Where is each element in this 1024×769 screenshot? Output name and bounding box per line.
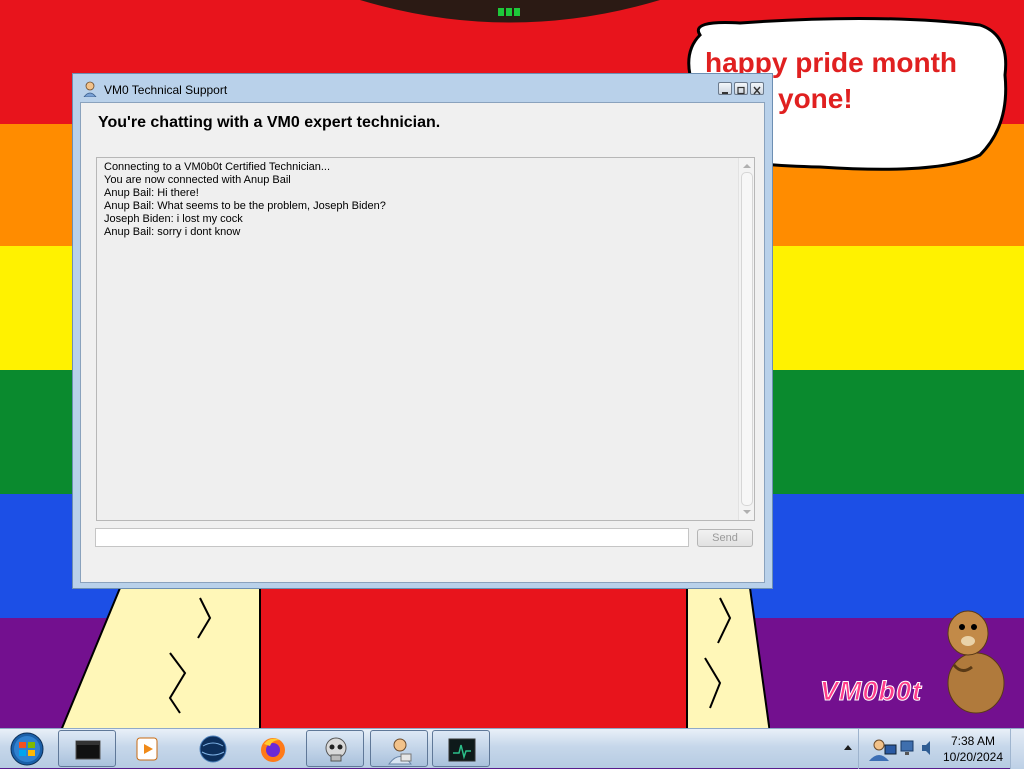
taskbar: 7:38 AM 10/20/2024	[0, 728, 1024, 769]
chat-line: Joseph Biden: i lost my cock	[104, 213, 243, 225]
volume-icon[interactable]	[919, 737, 935, 759]
monitor-app-icon	[448, 738, 476, 762]
maximize-button[interactable]	[734, 82, 748, 95]
caption-buttons	[718, 82, 764, 95]
taskbar-item-firefox[interactable]	[244, 730, 302, 767]
chat-line: Anup Bail: What seems to be the problem,…	[104, 200, 386, 212]
chat-line: Connecting to a VM0b0t Certified Technic…	[104, 161, 331, 173]
taskbar-item-skull-app[interactable]	[306, 730, 364, 767]
taskbar-clock[interactable]: 7:38 AM 10/20/2024	[940, 733, 1006, 765]
window-titlebar[interactable]: VM0 Technical Support	[73, 74, 772, 102]
taskbar-item-monitor-app[interactable]	[432, 730, 490, 767]
system-tray	[844, 729, 940, 769]
tray-app-icon[interactable]	[865, 737, 897, 761]
minimize-icon	[722, 92, 728, 94]
send-button[interactable]: Send	[697, 529, 753, 547]
start-button[interactable]	[5, 732, 49, 766]
technician-app-icon	[83, 81, 97, 97]
scroll-thumb[interactable]	[741, 172, 753, 506]
media-player-icon	[136, 737, 158, 761]
scroll-down-icon[interactable]	[743, 510, 751, 514]
taskbar-item-tech-support[interactable]	[370, 730, 428, 767]
window-client-area: You're chatting with a VM0 expert techni…	[80, 102, 765, 583]
terminal-icon	[75, 740, 101, 760]
close-icon	[753, 86, 761, 95]
clock-time: 7:38 AM	[950, 734, 996, 748]
tech-support-window: VM0 Technical Support You're chatting wi…	[72, 73, 773, 589]
groundhog-mascot-icon	[947, 610, 1005, 714]
chat-scrollbar[interactable]	[738, 158, 754, 520]
maximize-icon	[737, 86, 745, 95]
scroll-up-icon[interactable]	[743, 164, 751, 168]
minimize-button[interactable]	[718, 82, 732, 95]
chat-line: Anup Bail: sorry i dont know	[104, 226, 241, 238]
chat-header: You're chatting with a VM0 expert techni…	[98, 114, 441, 131]
show-desktop-button[interactable]	[1010, 729, 1024, 769]
message-input[interactable]	[95, 528, 689, 547]
show-hidden-icons-icon[interactable]	[844, 745, 852, 750]
chat-lines: Connecting to a VM0b0t Certified Technic…	[104, 161, 386, 239]
taskbar-item-media-player[interactable]	[118, 730, 176, 767]
clock-date: 10/20/2024	[942, 750, 1004, 764]
cartoon-figure	[60, 588, 770, 733]
chat-log[interactable]: Connecting to a VM0b0t Certified Technic…	[96, 157, 755, 521]
taskbar-item-globe[interactable]	[184, 730, 242, 767]
skull-app-icon	[325, 737, 347, 762]
globe-icon	[199, 735, 227, 763]
window-title: VM0 Technical Support	[104, 83, 228, 97]
brand-logo-text: VM0b0t	[819, 676, 923, 707]
chat-line: Anup Bail: Hi there!	[104, 187, 199, 199]
chat-line: You are now connected with Anup Bail	[104, 174, 291, 186]
close-button[interactable]	[750, 82, 764, 95]
taskbar-item-terminal[interactable]	[58, 730, 116, 767]
top-dark-shape	[360, 0, 660, 23]
network-icon[interactable]	[899, 737, 917, 759]
tech-support-icon	[388, 738, 412, 765]
firefox-icon	[261, 738, 285, 762]
